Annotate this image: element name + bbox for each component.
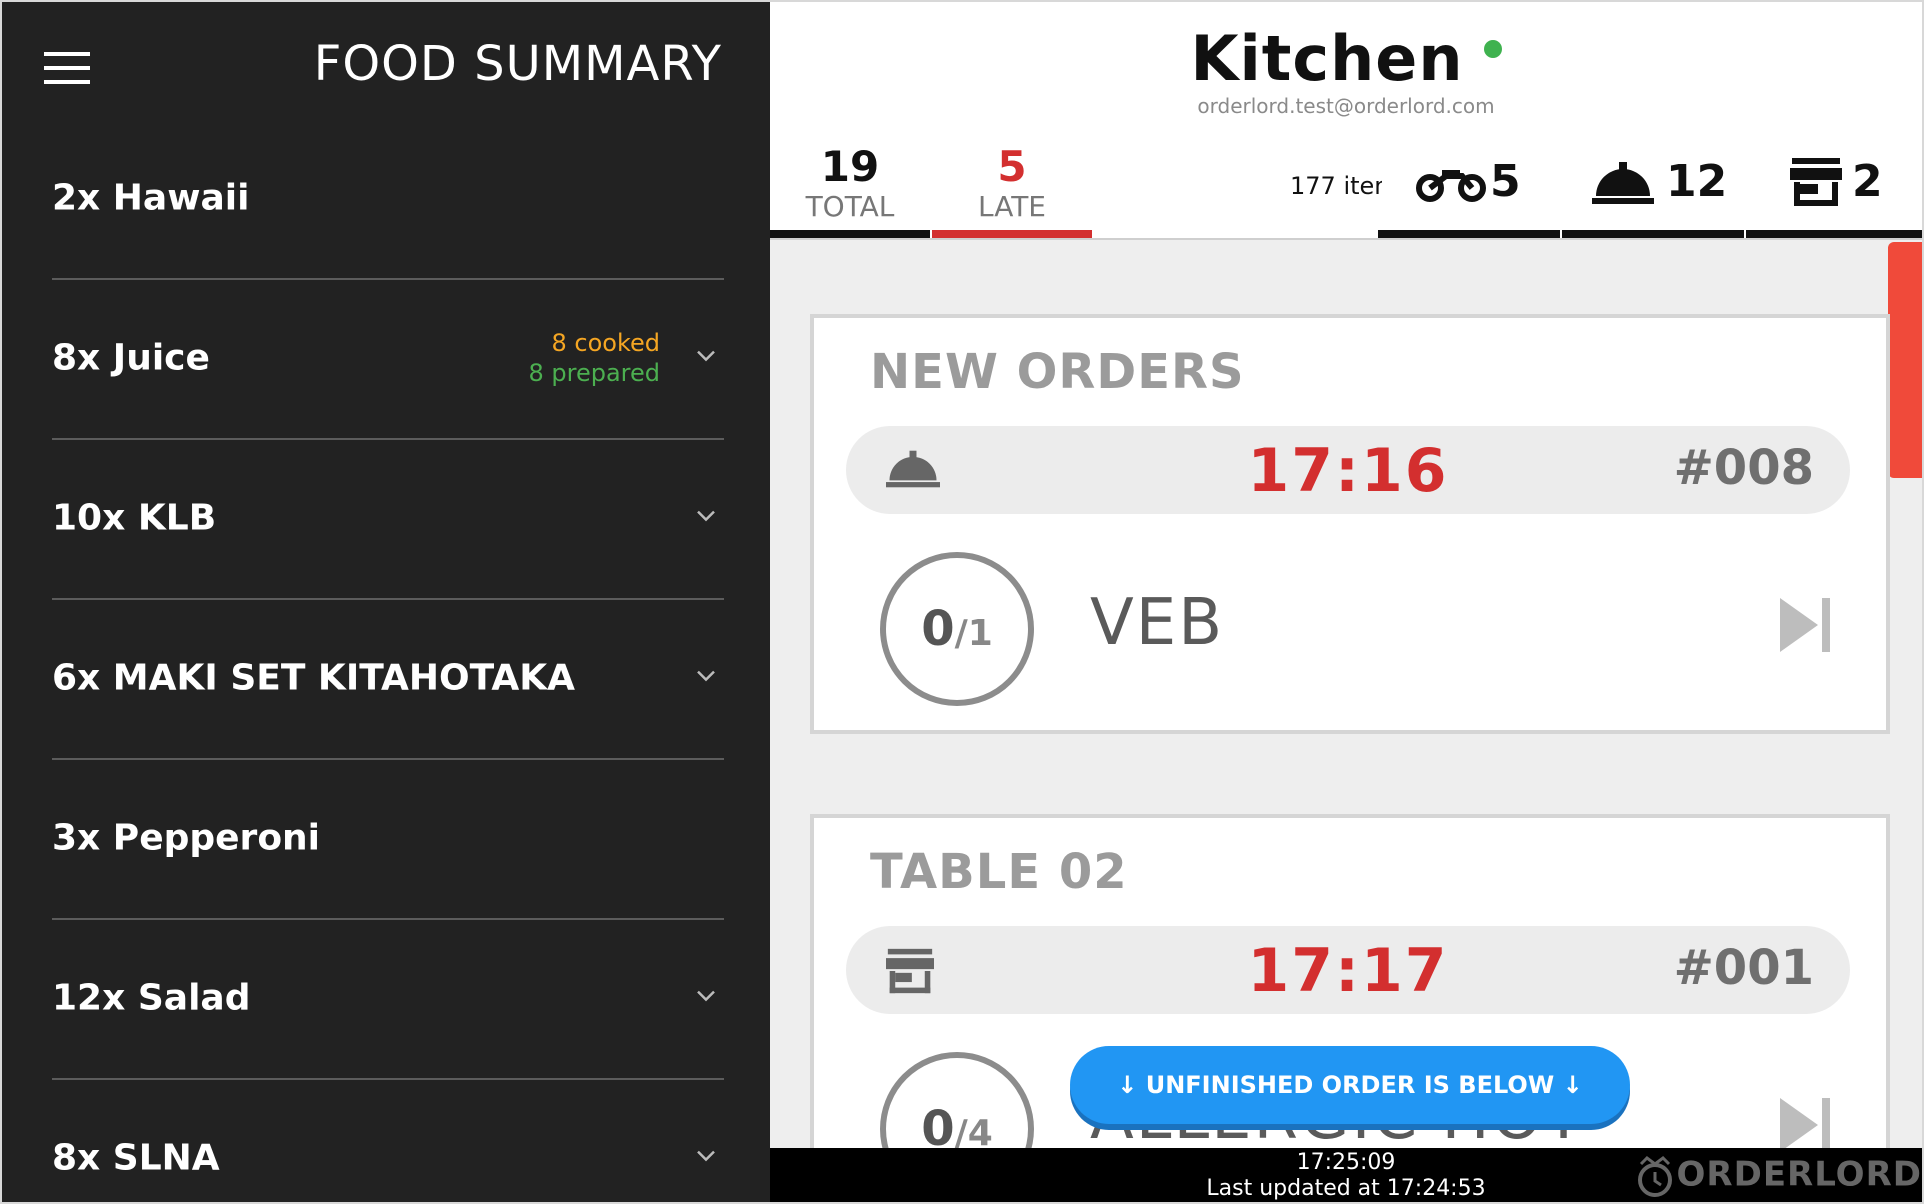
sidebar-title: FOOD SUMMARY [313,36,722,92]
cloche-icon [1592,162,1654,204]
filter-indicator [1562,230,1744,238]
filter-indicator [1746,230,1922,238]
chevron-down-icon[interactable] [694,344,718,368]
sidebar-item-pepperoni[interactable]: 3x Pepperoni [52,758,724,920]
items-count: 177 items [1290,172,1382,200]
sidebar-item-label: 6x MAKI SET KITAHOTAKA [52,657,575,699]
sidebar-item-maki-set[interactable]: 6x MAKI SET KITAHOTAKA [52,598,724,760]
order-card: NEW ORDERS 17:16 #008 0/1 VEB [810,314,1890,734]
total-count: /1 [954,613,993,654]
sidebar-item-klb[interactable]: 10x KLB [52,438,724,600]
sidebar-item-label: 8x SLNA [52,1137,220,1179]
sidebar-item-slna[interactable]: 8x SLNA [52,1078,724,1202]
food-summary-sidebar: FOOD SUMMARY 2x Hawaii 8x Juice 8 cooked… [2,2,770,1202]
tab-count: 5 [997,142,1027,191]
filter-pickup[interactable]: 12 [1562,130,1744,238]
tab-late[interactable]: 5 LATE [932,130,1092,238]
sidebar-item-salad[interactable]: 12x Salad [52,918,724,1080]
prepared-count: 8 prepared [528,359,660,387]
dine-in-count: 2 [1852,156,1883,207]
sidebar-item-label: 3x Pepperoni [52,817,321,859]
header: Kitchen orderlord.test@orderlord.com [770,2,1922,132]
delivery-count: 5 [1490,156,1521,207]
tab-indicator [770,230,930,238]
kitchen-title: Kitchen [1190,22,1464,95]
sidebar-item-juice[interactable]: 8x Juice 8 cooked 8 prepared [52,278,724,440]
order-group-title: TABLE 02 [870,844,1128,900]
order-header[interactable]: 17:17 #001 [846,926,1850,1014]
page-title: Kitchen [770,22,1922,95]
order-header[interactable]: 17:16 #008 [846,426,1850,514]
chevron-down-icon[interactable] [694,664,718,688]
skip-next-icon[interactable] [1778,596,1834,654]
tab-label: TOTAL [805,190,895,223]
sidebar-item-label: 8x Juice [52,337,210,379]
order-group-title: NEW ORDERS [870,344,1245,400]
dish-name: VEB [1090,586,1225,660]
order-card: TABLE 02 17:17 #001 0/4 ALLERGIC HOT [810,814,1890,1202]
filter-delivery[interactable]: 5 [1378,130,1560,238]
cooked-count: 8 cooked [551,329,660,357]
tab-count: 19 [820,142,880,191]
chevron-down-icon[interactable] [694,504,718,528]
order-number: #001 [1673,940,1814,996]
tab-indicator [932,230,1092,238]
order-number: #008 [1673,440,1814,496]
store-icon [1790,158,1842,206]
tab-label: LATE [977,190,1047,223]
sidebar-item-label: 12x Salad [52,977,251,1019]
item-status: 8 cooked 8 prepared [528,328,660,388]
progress-done: 0/1 [921,601,993,657]
filter-dine-in[interactable]: 2 [1746,130,1922,238]
account-email: orderlord.test@orderlord.com [1197,94,1495,118]
pickup-count: 12 [1666,156,1728,207]
logo-text: ORDERLORD [1676,1154,1922,1195]
chevron-down-icon[interactable] [694,1144,718,1168]
progress-counter[interactable]: 0/1 [880,552,1034,706]
menu-icon[interactable] [44,52,90,84]
filter-indicator [1378,230,1560,238]
status-footer: 17:25:09 Last updated at 17:24:53 ORDERL… [770,1148,1922,1202]
orders-panel: Kitchen orderlord.test@orderlord.com 19 … [770,2,1922,1202]
order-filter-bar: 19 TOTAL 5 LATE 177 items 5 [770,130,1922,240]
done-count: 0 [921,601,955,657]
crown-clock-icon [1637,1156,1672,1197]
chevron-down-icon[interactable] [694,984,718,1008]
sidebar-item-label: 10x KLB [52,497,217,539]
app-window: FOOD SUMMARY 2x Hawaii 8x Juice 8 cooked… [0,0,1924,1204]
online-status-dot [1483,39,1502,58]
motorbike-icon [1416,170,1486,202]
unfinished-order-banner[interactable]: ↓ UNFINISHED ORDER IS BELOW ↓ [1070,1046,1630,1124]
orderlord-logo: ORDERLORD [1633,1154,1922,1200]
skip-next-icon[interactable] [1778,1096,1834,1154]
scrollbar-thumb[interactable] [1888,242,1922,478]
sidebar-item-label: 2x Hawaii [52,177,250,219]
sidebar-item-hawaii[interactable]: 2x Hawaii [52,118,724,280]
tab-total[interactable]: 19 TOTAL [770,130,930,238]
